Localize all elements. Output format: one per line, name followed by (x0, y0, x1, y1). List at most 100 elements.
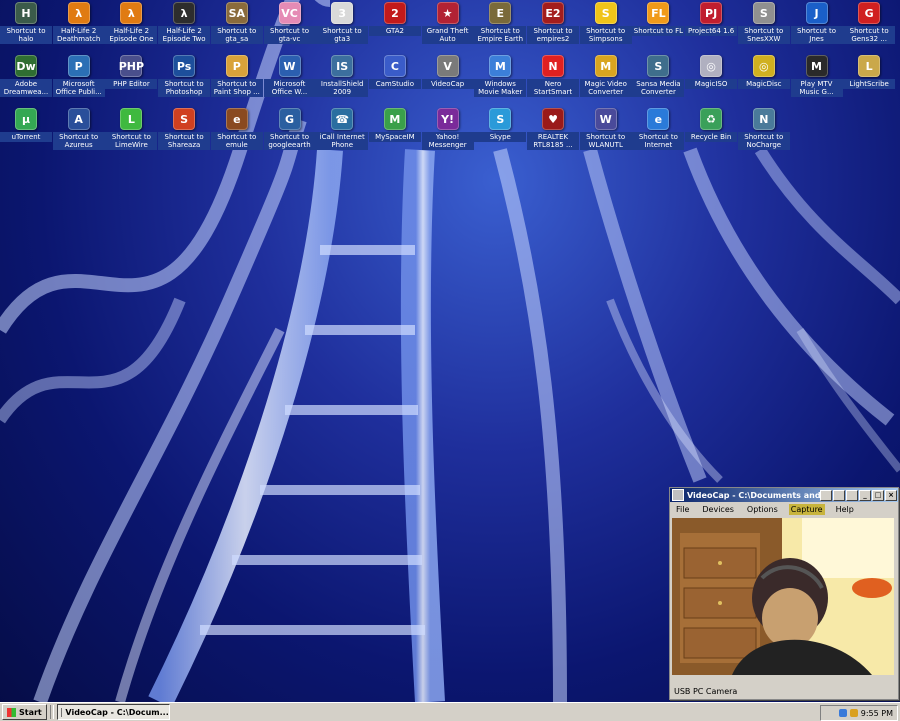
menu-devices[interactable]: Devices (700, 504, 736, 515)
desktop-icon[interactable]: ★ Grand Theft Auto (421, 0, 474, 50)
gta2-icon: 2 (383, 2, 406, 24)
desktop-icon[interactable]: λ Half-Life 2 Episode One (105, 0, 158, 50)
desktop-icon[interactable]: J Shortcut to Jnes (790, 0, 843, 50)
azureus-icon: A (67, 108, 90, 130)
toolbar-icon[interactable] (833, 489, 845, 501)
desktop-icon[interactable]: Dw Adobe Dreamwea... (0, 53, 52, 103)
desktop-icon[interactable]: FL Shortcut to FL (632, 0, 685, 50)
desktop-icon-label: uTorrent (0, 132, 52, 142)
desktop-icon[interactable]: E2 Shortcut to empires2 (527, 0, 579, 50)
desktop-icon[interactable]: P Shortcut to Paint Shop ... (210, 53, 263, 103)
network-icon[interactable] (838, 709, 847, 717)
desktop-icon-label: Magic Video Converter (579, 79, 632, 97)
desktop-icon[interactable]: λ Half-Life 2 Deathmatch (52, 0, 105, 50)
maximize-button[interactable]: □ (872, 489, 884, 501)
desktop-icon[interactable]: PHP PHP Editor (105, 53, 158, 103)
desktop-icon[interactable]: 3 Shortcut to gta3 (316, 0, 369, 50)
desktop-icon[interactable]: VC Shortcut to gta-vc (263, 0, 316, 50)
desktop-icon[interactable]: e Shortcut to emule (210, 106, 263, 156)
menu-file[interactable]: File (674, 504, 691, 515)
desktop-icon[interactable]: Ps Shortcut to Photoshop (158, 53, 211, 103)
desktop-icon[interactable]: E Shortcut to Empire Earth (474, 0, 527, 50)
videocap-window[interactable]: VideoCap - C:\Documents and _ □ × File D… (669, 487, 899, 700)
windows-logo-icon (7, 707, 16, 717)
webcam-preview (672, 518, 894, 675)
desktop-icon-label: Yahoo! Messenger (421, 132, 474, 150)
system-tray: 9:55 PM (820, 705, 898, 721)
desktop-icon-label: Shortcut to Jnes (790, 26, 843, 44)
desktop-icon[interactable]: S Shortcut to Shareaza (158, 106, 211, 156)
videocap-titlebar[interactable]: VideoCap - C:\Documents and _ □ × (670, 488, 898, 502)
desktop-icon[interactable]: PJ Project64 1.6 (685, 0, 738, 50)
desktop-icon[interactable]: N Shortcut to NoCharge (737, 106, 790, 156)
start-label: Start (19, 707, 42, 717)
desktop-icon[interactable]: ♻ Recycle Bin (685, 106, 738, 156)
menu-help[interactable]: Help (834, 504, 856, 515)
movie-maker-icon: M (489, 55, 512, 77)
project64-icon: PJ (700, 2, 723, 24)
desktop-icon[interactable]: ☎ iCall Internet Phone (316, 106, 369, 156)
toolbar-icon[interactable] (820, 489, 832, 501)
toolbar-icon[interactable] (846, 489, 858, 501)
desktop-icon[interactable]: IS InstallShield 2009 (316, 53, 369, 103)
desktop-icon-label: Shortcut to Empire Earth (474, 26, 527, 44)
desktop-icon[interactable]: ♥ REALTEK RTL8185 ... (527, 106, 579, 156)
desktop-icon[interactable]: µ uTorrent (0, 106, 52, 156)
mtv-icon: M (805, 55, 828, 77)
desktop-icon-label: Shortcut to LimeWire (105, 132, 158, 150)
emule-icon: e (225, 108, 248, 130)
desktop-icon[interactable]: ◎ MagicISO (685, 53, 738, 103)
taskbar-button-label: VideoCap - C:\Docum... (65, 707, 169, 717)
limewire-icon: L (120, 108, 143, 130)
desktop-icon-label: Shortcut to gta3 (316, 26, 369, 44)
desktop-icon-label: Shortcut to halo (0, 26, 52, 44)
desktop-icon[interactable]: e Shortcut to Internet (632, 106, 685, 156)
desktop-icon-label: Shortcut to SnesXXW (737, 26, 790, 44)
desktop-icon[interactable]: M Play MTV Music G... (790, 53, 843, 103)
desktop-icon[interactable]: S Shortcut to Simpsons (579, 0, 632, 50)
desktop-icon[interactable]: G Shortcut to googleearth (263, 106, 316, 156)
desktop-icon-label: Half-Life 2 Deathmatch (52, 26, 105, 44)
gta-sa-icon: SA (225, 2, 248, 24)
desktop-icon[interactable]: S Sansa Media Converter (632, 53, 685, 103)
half-life-icon: λ (173, 2, 196, 24)
desktop-icon[interactable]: L LightScribe (843, 53, 896, 103)
start-button[interactable]: Start (2, 704, 47, 720)
desktop-icon[interactable]: P Microsoft Office Publi... (52, 53, 105, 103)
desktop-icon-label: Shortcut to FL (632, 26, 685, 36)
desktop-icon-label: Shortcut to Internet (632, 132, 685, 150)
close-button[interactable]: × (885, 489, 897, 501)
publisher-icon: P (67, 55, 90, 77)
menu-capture[interactable]: Capture (788, 503, 825, 515)
desktop-icon[interactable]: SA Shortcut to gta_sa (210, 0, 263, 50)
desktop-icon-label: Shortcut to gta-vc (263, 26, 316, 44)
desktop-icon[interactable]: A Shortcut to Azureus (52, 106, 105, 156)
desktop-icon[interactable]: S Shortcut to SnesXXW (737, 0, 790, 50)
desktop-icon-label: Microsoft Office W... (263, 79, 316, 97)
desktop-icon[interactable]: Y! Yahoo! Messenger (421, 106, 474, 156)
desktop-icon[interactable]: 2 GTA2 (368, 0, 421, 50)
desktop-icon[interactable]: M Windows Movie Maker (474, 53, 527, 103)
taskbar-button-videocap[interactable]: VideoCap - C:\Docum... (56, 704, 170, 720)
desktop-icon-label: LightScribe (843, 79, 896, 89)
desktop-icon[interactable]: M MySpaceIM (368, 106, 421, 156)
menu-options[interactable]: Options (745, 504, 780, 515)
volume-icon[interactable] (849, 709, 858, 717)
gta3-icon: 3 (331, 2, 354, 24)
minimize-button[interactable]: _ (859, 489, 871, 501)
desktop-icon[interactable]: S Skype (474, 106, 527, 156)
yahoo-icon: Y! (436, 108, 459, 130)
desktop-icon[interactable]: V VideoCap (421, 53, 474, 103)
desktop-icon[interactable]: N Nero StartSmart (527, 53, 579, 103)
desktop-icon[interactable]: W Microsoft Office W... (263, 53, 316, 103)
desktop-icon[interactable]: M Magic Video Converter (579, 53, 632, 103)
desktop-icon[interactable]: C CamStudio (368, 53, 421, 103)
desktop-icon[interactable]: λ Half-Life 2 Episode Two (158, 0, 211, 50)
desktop-icon[interactable]: W Shortcut to WLANUTL (579, 106, 632, 156)
us-flag-icon: ★ (436, 2, 459, 24)
desktop-icon[interactable]: H Shortcut to halo (0, 0, 52, 50)
desktop-icon[interactable]: L Shortcut to LimeWire (105, 106, 158, 156)
desktop-icon[interactable]: G Shortcut to Gens32 ... (843, 0, 896, 50)
desktop-icon-label: Shortcut to Photoshop (158, 79, 211, 97)
desktop-icon[interactable]: ◎ MagicDisc (737, 53, 790, 103)
